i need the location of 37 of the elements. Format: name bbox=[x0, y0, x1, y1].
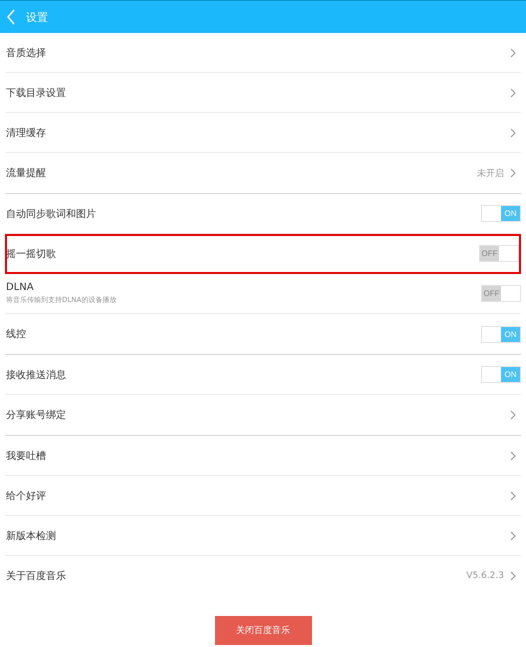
chevron-icon bbox=[510, 128, 516, 138]
setting-label: 自动同步歌词和图片 bbox=[6, 208, 97, 220]
setting-label: DLNA bbox=[6, 282, 35, 293]
setting-label: 接收推送消息 bbox=[6, 368, 67, 382]
settings-row[interactable]: 我要吐槽 bbox=[5, 436, 521, 476]
setting-value: 未开启 bbox=[477, 168, 504, 180]
page-title: 设置 bbox=[26, 10, 48, 24]
exit-button[interactable]: 关闭百度音乐 bbox=[214, 616, 312, 645]
settings-row[interactable]: 下载目录设置 bbox=[5, 73, 521, 113]
settings-row[interactable]: 音质选择 bbox=[5, 33, 521, 73]
setting-label: 线控 bbox=[6, 328, 27, 341]
back-icon[interactable] bbox=[6, 9, 16, 25]
chevron-icon bbox=[510, 168, 516, 178]
chevron-icon bbox=[510, 490, 516, 500]
setting-label: 摇一摇切歌 bbox=[6, 248, 57, 260]
setting-label: 流量提醒 bbox=[6, 166, 47, 180]
chevron-icon bbox=[510, 88, 516, 98]
chevron-icon bbox=[510, 530, 516, 540]
setting-label: 清理缓存 bbox=[6, 126, 47, 140]
setting-value: V5.6.2.3 bbox=[466, 571, 504, 581]
chevron-icon bbox=[510, 48, 516, 58]
settings-row[interactable]: 清理缓存 bbox=[5, 113, 521, 153]
settings-row[interactable]: 新版本检测 bbox=[5, 516, 521, 556]
chevron-icon bbox=[510, 450, 516, 460]
chevron-icon bbox=[510, 410, 516, 420]
setting-label: 新版本检测 bbox=[6, 530, 57, 542]
setting-label: 音质选择 bbox=[6, 46, 47, 60]
settings-row[interactable]: 给个好评 bbox=[5, 476, 521, 516]
setting-label: 分享账号绑定 bbox=[6, 408, 67, 422]
chevron-icon bbox=[510, 571, 516, 581]
settings-row[interactable]: 分享账号绑定 bbox=[5, 395, 521, 435]
settings-row[interactable]: 关于百度音乐 V5.6.2.3 bbox=[5, 556, 521, 596]
setting-label: 关于百度音乐 bbox=[6, 570, 67, 583]
settings-row[interactable]: 流量提醒 未开启 bbox=[5, 153, 521, 193]
setting-label: 给个好评 bbox=[6, 490, 47, 502]
setting-label: 我要吐槽 bbox=[6, 450, 47, 462]
setting-label: 下载目录设置 bbox=[6, 86, 67, 100]
